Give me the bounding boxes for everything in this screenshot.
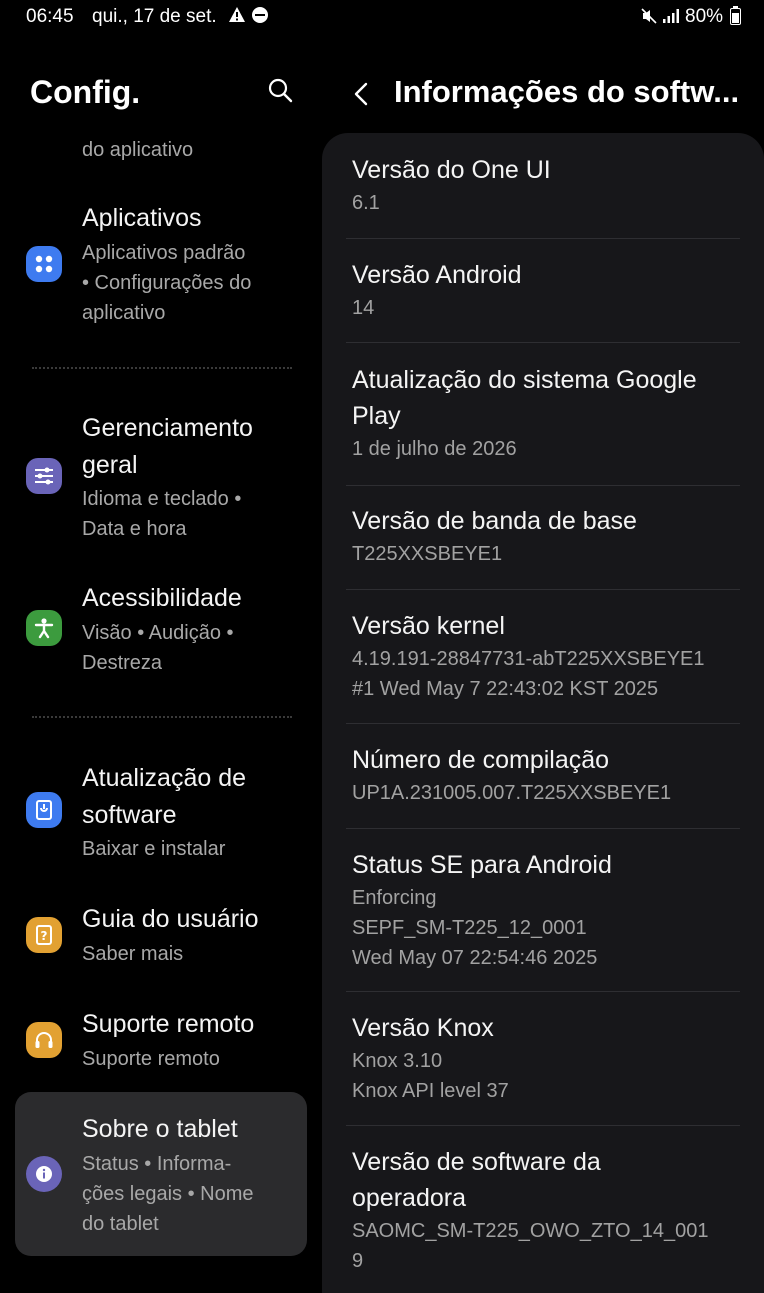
row-title: Versão Knox — [352, 1014, 494, 1042]
info-row-google-play-update[interactable]: Atualização do sistema Google Play 1 de … — [352, 362, 737, 464]
info-row-baseband[interactable]: Versão de banda de base T225XXSBEYE1 — [352, 503, 737, 569]
search-icon[interactable] — [266, 76, 296, 106]
info-row-kernel[interactable]: Versão kernel 4.19.191-28847731-abT225XX… — [352, 608, 737, 704]
info-row-knox[interactable]: Versão Knox Knox 3.10 Knox API level 37 — [352, 1010, 737, 1106]
row-value: Wed May 07 22:54:46 2025 — [352, 947, 598, 969]
list-item-subtitle: Suporte remoto — [82, 1048, 220, 1070]
list-item-subtitle: Status • Informa- — [82, 1153, 232, 1175]
row-title: Versão de software da — [352, 1148, 601, 1176]
info-icon — [26, 1156, 62, 1192]
battery-percent: 80% — [685, 6, 724, 27]
list-item-subtitle: • Configurações do — [82, 272, 252, 294]
info-row-build-number[interactable]: Número de compilação UP1A.231005.007.T22… — [352, 742, 737, 808]
list-item-subtitle: do tablet — [82, 1213, 159, 1235]
row-title: Status SE para Android — [352, 851, 612, 879]
settings-item-user-guide[interactable]: ? Guia do usuário Saber mais — [0, 901, 320, 973]
settings-item-software-update[interactable]: Atualização de software Baixar e instala… — [0, 760, 320, 870]
list-item-subtitle: Visão • Audição • — [82, 622, 234, 644]
row-divider — [346, 723, 740, 724]
list-item-title: Acessibilidade — [82, 584, 242, 612]
status-date: qui., 17 de set. — [92, 6, 217, 27]
row-value: Knox API level 37 — [352, 1080, 509, 1102]
settings-item-general-management[interactable]: Gerenciamento geral Idioma e teclado • D… — [0, 410, 320, 550]
list-item-title: Atualização de — [82, 764, 247, 792]
row-value: SAOMC_SM-T225_OWO_ZTO_14_001 — [352, 1220, 709, 1242]
headset-icon — [26, 1022, 62, 1058]
svg-text:?: ? — [41, 929, 48, 943]
info-row-se-status[interactable]: Status SE para Android Enforcing SEPF_SM… — [352, 847, 737, 973]
status-bar: 06:45 qui., 17 de set. 80% — [0, 0, 764, 32]
row-value: Enforcing — [352, 887, 437, 909]
row-divider — [346, 828, 740, 829]
list-item-subtitle: Saber mais — [82, 943, 184, 965]
battery-icon — [730, 6, 741, 25]
signal-icon — [663, 9, 679, 23]
row-value: SEPF_SM-T225_12_0001 — [352, 917, 587, 939]
row-value: #1 Wed May 7 22:43:02 KST 2025 — [352, 678, 659, 700]
settings-item-accessibility[interactable]: Acessibilidade Visão • Audição • Destrez… — [0, 580, 320, 680]
row-title: Atualização do sistema Google — [352, 366, 697, 394]
list-item-title: software — [82, 801, 177, 829]
mute-icon — [641, 8, 657, 24]
row-value: 9 — [352, 1250, 364, 1272]
page-title: Config. — [30, 74, 141, 110]
row-divider — [346, 342, 740, 343]
list-item-title: Guia do usuário — [82, 905, 259, 933]
list-item-subtitle: do aplicativo — [82, 139, 194, 161]
list-item-subtitle: Data e hora — [82, 518, 187, 540]
user-guide-icon: ? — [26, 917, 62, 953]
row-title: Número de compilação — [352, 746, 610, 774]
divider — [32, 367, 292, 369]
divider — [32, 716, 292, 718]
apps-icon — [26, 246, 62, 282]
sliders-icon — [26, 458, 62, 494]
settings-item-apps[interactable]: Aplicativos Aplicativos padrão • Configu… — [0, 200, 320, 330]
detail-title: Informações do softw... — [394, 74, 740, 109]
settings-item-remote-support[interactable]: Suporte remoto Suporte remoto — [0, 1006, 320, 1078]
warning-icon — [229, 7, 245, 22]
row-value: Knox 3.10 — [352, 1050, 443, 1072]
list-item-subtitle: Baixar e instalar — [82, 838, 226, 860]
row-title: Play — [352, 402, 401, 430]
list-item-subtitle: Destreza — [82, 652, 163, 674]
row-value: 4.19.191-28847731-abT225XXSBEYE1 — [352, 648, 705, 670]
row-divider — [346, 991, 740, 992]
info-row-carrier-software[interactable]: Versão de software da operadora SAOMC_SM… — [352, 1144, 737, 1276]
info-row-one-ui[interactable]: Versão do One UI 6.1 — [352, 152, 737, 218]
row-value: UP1A.231005.007.T225XXSBEYE1 — [352, 782, 672, 804]
row-value: 14 — [352, 297, 375, 319]
accessibility-icon — [26, 610, 62, 646]
software-update-icon — [26, 792, 62, 828]
list-item-title: Aplicativos — [82, 204, 202, 232]
row-divider — [346, 589, 740, 590]
row-value: T225XXSBEYE1 — [352, 543, 503, 565]
row-title: Versão do One UI — [352, 156, 551, 184]
row-value: 6.1 — [352, 192, 380, 214]
row-title: Versão kernel — [352, 612, 505, 640]
list-item-title: Sobre o tablet — [82, 1115, 238, 1143]
info-row-android-version[interactable]: Versão Android 14 — [352, 257, 737, 323]
row-title: Versão de banda de base — [352, 507, 637, 535]
row-divider — [346, 1125, 740, 1126]
list-item-title: Suporte remoto — [82, 1010, 255, 1038]
row-value: 1 de julho de 2026 — [352, 438, 517, 460]
list-item-subtitle: Idioma e teclado • — [82, 488, 242, 510]
do-not-disturb-icon — [252, 7, 268, 23]
list-item-title: Gerenciamento — [82, 414, 253, 442]
list-item-subtitle: ções legais • Nome — [82, 1183, 254, 1205]
back-arrow-icon[interactable] — [344, 76, 380, 112]
list-item-subtitle: aplicativo — [82, 302, 166, 324]
row-title: operadora — [352, 1184, 466, 1212]
list-item-title: geral — [82, 451, 138, 479]
row-divider — [346, 238, 740, 239]
list-item-subtitle: Aplicativos padrão — [82, 242, 246, 264]
status-time: 06:45 — [26, 6, 74, 27]
settings-item-about-tablet[interactable]: Sobre o tablet Status • Informa- ções le… — [0, 1111, 320, 1241]
row-title: Versão Android — [352, 261, 522, 289]
row-divider — [346, 485, 740, 486]
